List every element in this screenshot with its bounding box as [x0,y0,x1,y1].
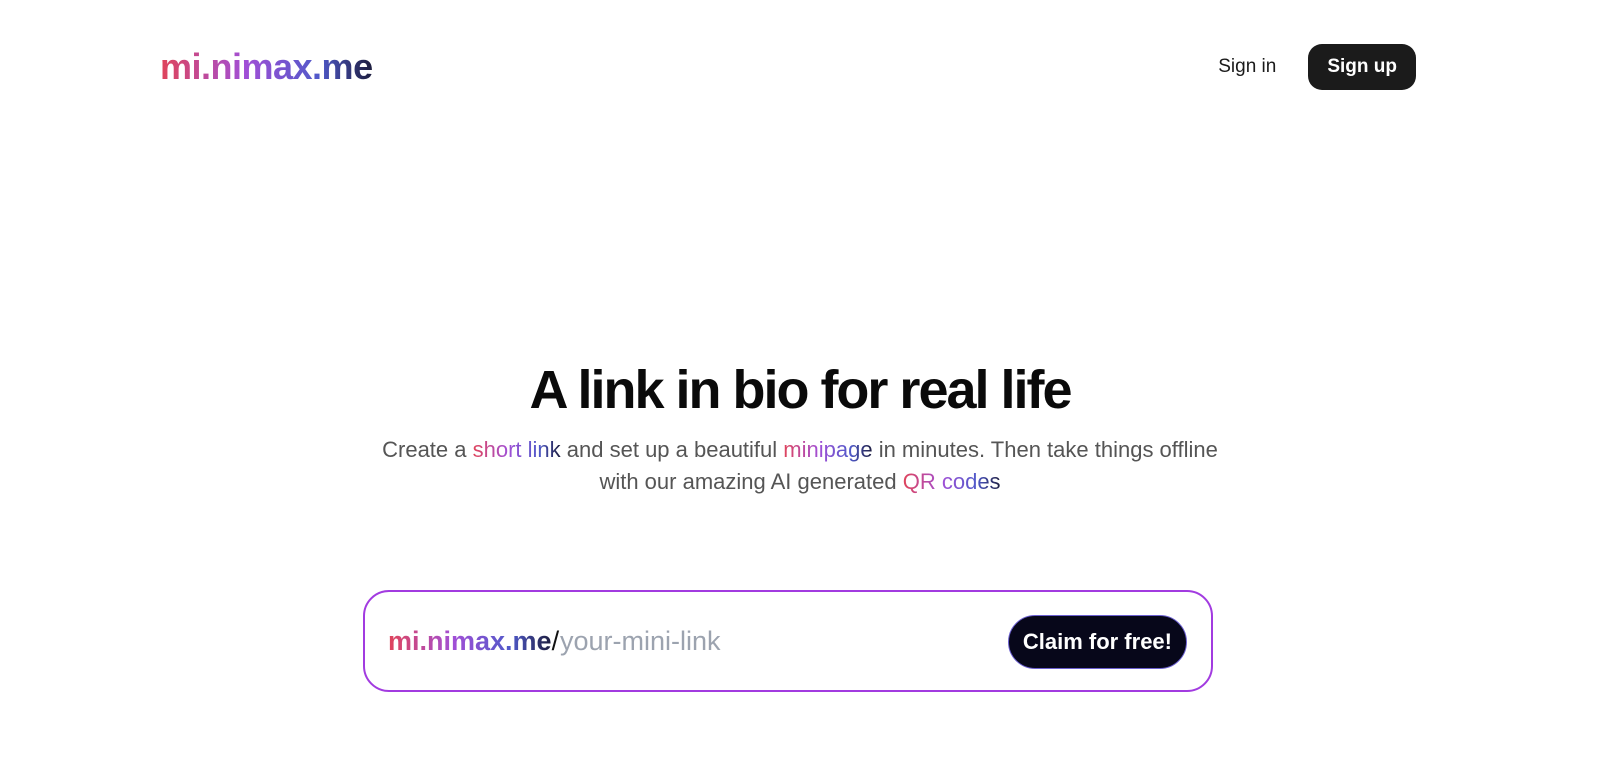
logo[interactable]: mi.nimax.me [160,44,373,90]
sign-up-button[interactable]: Sign up [1308,44,1416,90]
claim-domain: mi.nimax.me [388,626,552,656]
sign-in-link[interactable]: Sign in [1218,44,1276,90]
highlight-minipage: minipage [783,437,873,462]
mini-link-input[interactable] [560,620,980,662]
hero-subtitle: Create a short link and set up a beautif… [360,434,1240,498]
claim-button[interactable]: Claim for free! [1007,615,1187,669]
claim-slash: / [551,626,560,656]
highlight-qr-codes: QR codes [902,469,1001,494]
subtitle-text: and set up a beautiful [560,437,784,462]
subtitle-text: Create a [382,437,473,462]
landing-page: mi.nimax.me Sign in Sign up A link in bi… [0,0,1600,772]
claim-domain-prefix: mi.nimax.me/ [388,622,559,660]
hero-title: A link in bio for real life [529,360,1072,420]
header-nav: Sign in Sign up [1218,44,1416,90]
claim-link-form: mi.nimax.me/ Claim for free! [363,590,1213,692]
highlight-short-link: short link [472,437,561,462]
